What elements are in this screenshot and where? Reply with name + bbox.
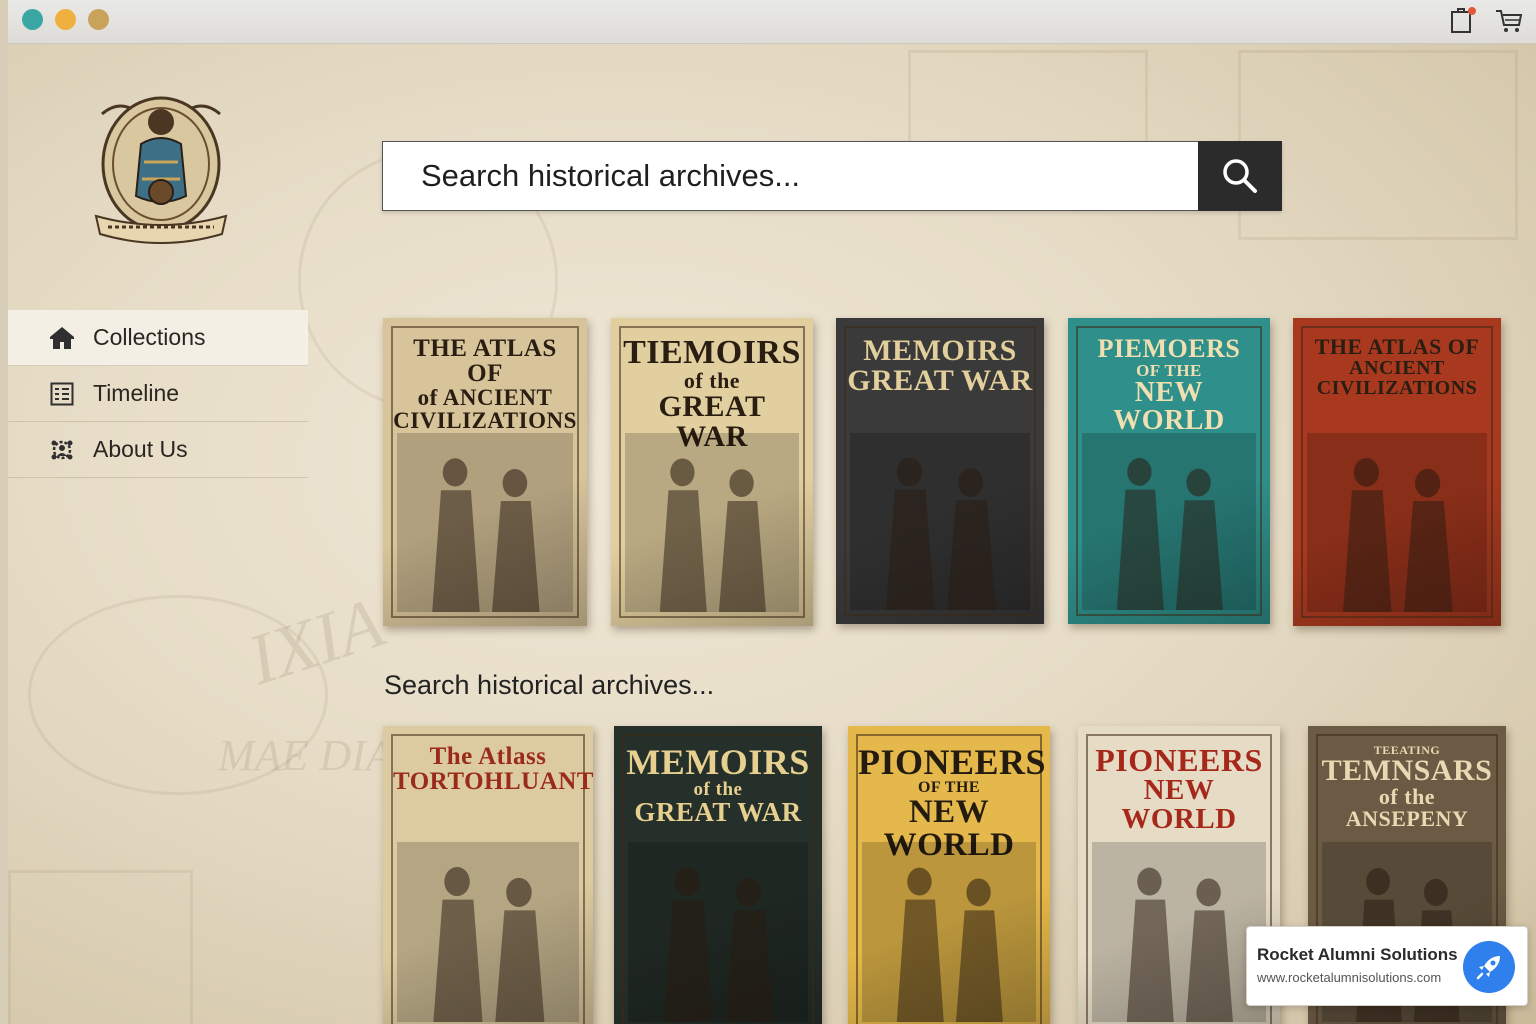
book-title-line: PIEMOERS: [1097, 334, 1241, 363]
book-title-line: CIVILIZATIONS: [1316, 377, 1478, 399]
book-title-line: of ANCIENT: [417, 385, 553, 410]
book-title-line: TEMNSARS: [1321, 754, 1493, 787]
home-icon: [48, 324, 76, 352]
book-title-line: ANSEPENY: [1345, 806, 1469, 831]
book-title: PIEMOERS OF THE NEW WORLD: [1078, 336, 1260, 435]
book-title-line: TIEMOIRS: [623, 334, 801, 371]
book-title-line: NEW WORLD: [1113, 377, 1225, 436]
branding-toast[interactable]: Rocket Alumni Solutions www.rocketalumni…: [1246, 926, 1528, 1006]
book-cover[interactable]: The AtlassTORTOHLUANTES: [383, 726, 593, 1024]
title-bar: [8, 0, 1536, 44]
sidebar-item-label: Collections: [93, 324, 206, 350]
book-title-line: of the: [683, 368, 741, 393]
book-title: THE ATLAS OF ANCIENT CIVILIZATIONS: [1303, 334, 1491, 399]
book-cover[interactable]: MEMOIRS GREAT WAR: [836, 318, 1044, 624]
toast-url[interactable]: www.rocketalumnisolutions.com: [1257, 970, 1441, 985]
timeline-icon: [48, 380, 76, 408]
search-icon: [1223, 159, 1257, 193]
cover-illustration: [397, 842, 579, 1022]
people-icon: [48, 436, 76, 464]
search-bar: [382, 141, 1282, 211]
book-title-line: THE ATLAS OF: [1314, 334, 1480, 359]
sidebar-item-label: Timeline: [93, 380, 180, 406]
section-heading: Search historical archives...: [384, 670, 715, 700]
bg-script: IXIA: [238, 581, 393, 701]
sidebar-item-collections[interactable]: Collections: [8, 310, 308, 366]
book-title-line: The Atlass: [429, 743, 547, 770]
book-title-line: GREAT WAR: [847, 364, 1033, 397]
book-cover[interactable]: THE ATLAS OF of ANCIENT CIVILIZATIONS: [383, 318, 587, 626]
book-title-line: PIONEERS: [858, 742, 1047, 782]
cart-icon[interactable]: [1494, 6, 1524, 36]
window-minimize-button[interactable]: [55, 9, 76, 30]
cover-illustration: [862, 842, 1036, 1022]
book-cover[interactable]: MEMOIRS of the GREAT WAR: [614, 726, 822, 1024]
book-title-line: CIVILIZATIONS: [393, 408, 577, 433]
book-title-line: NEW WORLD: [1121, 774, 1237, 835]
bg-stamp: [8, 870, 193, 1024]
book-title: PIONEERS NEW WORLD: [1088, 744, 1270, 834]
book-title-line: of the: [1378, 784, 1436, 809]
app-window: IXIA MAE DIAB Collections Timeline About…: [8, 0, 1536, 1024]
book-title-line: THE ATLAS OF: [413, 335, 557, 387]
cover-illustration: [628, 842, 808, 1022]
book-cover[interactable]: PIONEERSOF THENEW WORLD: [848, 726, 1050, 1024]
search-button[interactable]: [1198, 141, 1282, 211]
sidebar-item-timeline[interactable]: Timeline: [8, 366, 308, 422]
book-title: THE ATLAS OF of ANCIENT CIVILIZATIONS: [393, 336, 577, 432]
book-title: The AtlassTORTOHLUANTES: [393, 743, 593, 795]
book-title-line: ANCIENT: [1349, 357, 1445, 379]
book-title: TEEATING TEMNSARS of the ANSEPENY: [1318, 744, 1496, 830]
sidebar-item-label: About Us: [93, 436, 188, 462]
rocket-icon: [1463, 941, 1515, 993]
book-cover[interactable]: TIEMOIRSof theGREAT WAR: [611, 318, 813, 626]
book-title: MEMOIRS GREAT WAR: [846, 336, 1034, 396]
cover-illustration: [850, 433, 1030, 610]
cover-illustration: [397, 433, 573, 612]
book-title: MEMOIRS of the GREAT WAR: [624, 744, 812, 826]
cover-illustration: [1092, 842, 1266, 1022]
toast-title: Rocket Alumni Solutions: [1257, 945, 1458, 964]
book-cover[interactable]: THE ATLAS OF ANCIENT CIVILIZATIONS: [1293, 318, 1501, 626]
archive-emblem-logo[interactable]: [86, 84, 236, 256]
window-close-button[interactable]: [22, 9, 43, 30]
book-title-line: TORTOHLUANTES: [393, 768, 593, 795]
book-title-line: PIONEERS: [1095, 742, 1263, 778]
cover-illustration: [625, 433, 799, 612]
cover-illustration: [1307, 433, 1487, 612]
sidebar-item-about-us[interactable]: About Us: [8, 422, 308, 478]
book-title-line: MEMOIRS: [863, 334, 1017, 367]
sidebar-nav: Collections Timeline About Us: [8, 310, 308, 478]
book-cover[interactable]: PIEMOERS OF THE NEW WORLD: [1068, 318, 1270, 624]
cover-illustration: [1082, 433, 1256, 610]
book-title-line: MEMOIRS: [626, 742, 810, 782]
window-zoom-button[interactable]: [88, 9, 109, 30]
search-input[interactable]: [382, 141, 1198, 211]
clipboard-icon[interactable]: [1448, 6, 1478, 36]
book-title-line: GREAT WAR: [634, 797, 802, 827]
